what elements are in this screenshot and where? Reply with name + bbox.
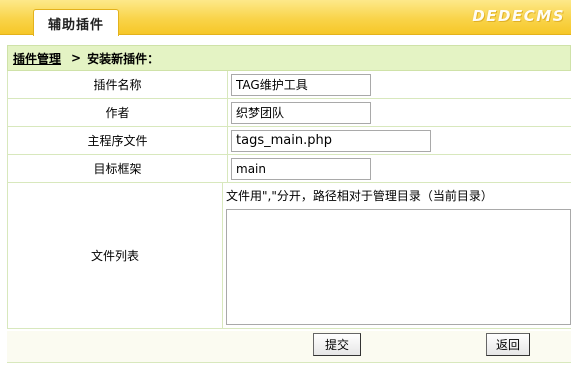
breadcrumb-current: 安装新插件： — [87, 51, 160, 66]
main-file-label: 主程序文件 — [8, 127, 228, 154]
author-input[interactable] — [231, 101, 371, 124]
target-frame-label: 目标框架 — [8, 155, 228, 182]
back-button[interactable]: 返回 — [486, 333, 530, 356]
breadcrumb-plugin-manage-link[interactable]: 插件管理 — [13, 50, 61, 67]
form-row-main-file: 主程序文件 — [8, 127, 571, 155]
file-list-label: 文件列表 — [8, 183, 223, 328]
plugin-name-label: 插件名称 — [8, 71, 228, 98]
main-file-input[interactable] — [231, 129, 431, 152]
form-row-plugin-name: 插件名称 — [8, 71, 571, 99]
top-header-bar: 辅助插件 DEDECMS — [0, 0, 571, 36]
author-label: 作者 — [8, 99, 228, 126]
breadcrumb: 插件管理 > 安装新插件： — [7, 45, 571, 71]
file-list-hint: 文件用","分开，路径相对于管理目录（当前目录） — [226, 189, 493, 203]
file-list-textarea[interactable] — [226, 209, 571, 325]
tab-helper-plugins[interactable]: 辅助插件 — [33, 9, 119, 36]
dedecms-logo: DEDECMS — [472, 7, 565, 25]
form-row-file-list: 文件列表 文件用","分开，路径相对于管理目录（当前目录） — [8, 183, 571, 329]
form-actions: 提交 返回 — [7, 331, 571, 363]
form-row-author: 作者 — [8, 99, 571, 127]
submit-button[interactable]: 提交 — [313, 333, 361, 356]
breadcrumb-separator: > — [71, 51, 82, 65]
form-row-target-frame: 目标框架 — [8, 155, 571, 183]
target-frame-input[interactable] — [231, 157, 371, 180]
plugin-name-input[interactable] — [231, 73, 371, 96]
install-plugin-form: 插件名称 作者 主程序文件 目标框架 文件列表 文件用","分开，路径相对于管理… — [7, 71, 571, 329]
